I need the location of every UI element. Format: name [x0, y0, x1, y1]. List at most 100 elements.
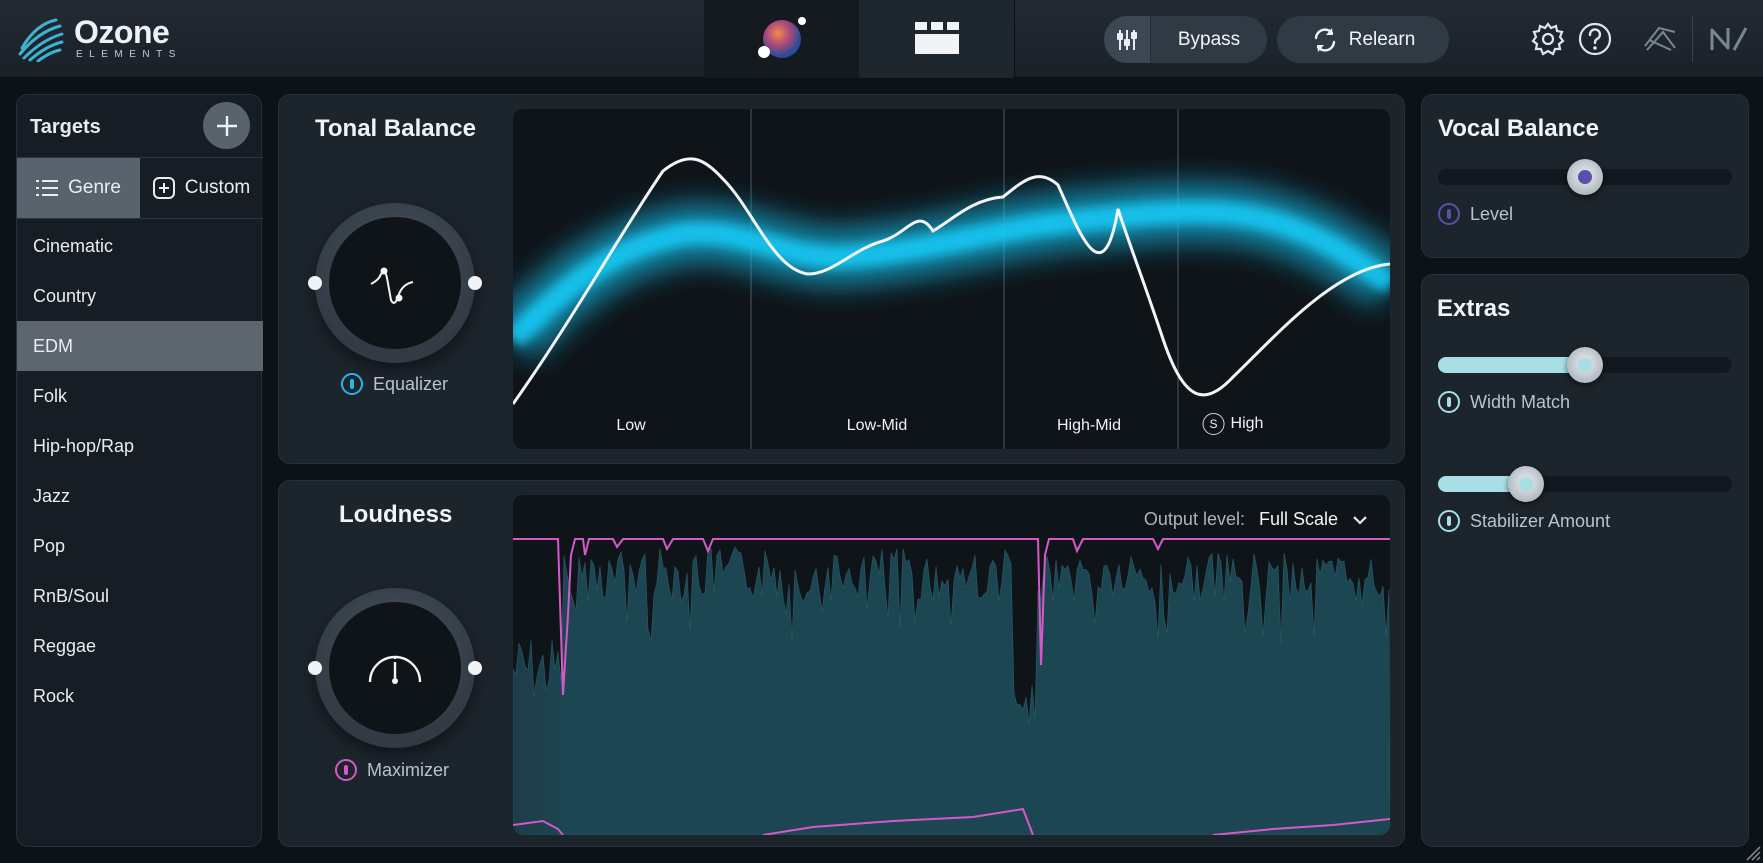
- loudness-waveform: [513, 546, 1390, 835]
- genre-item-country[interactable]: Country: [17, 271, 263, 321]
- maximizer-knob[interactable]: [308, 588, 482, 748]
- assistant-orb-icon: [758, 17, 806, 58]
- targets-panel: Targets Genre Custom Cinematic Country EDM…: [16, 94, 263, 847]
- izotope-logo-icon[interactable]: [1641, 20, 1679, 58]
- width-match-label: Width Match: [1470, 391, 1571, 412]
- genre-item-hip-hop-rap[interactable]: Hip-hop/Rap: [17, 421, 263, 471]
- ozone-logo: Ozone ELEMENTS: [16, 14, 186, 64]
- loudness-graph: [513, 538, 1390, 835]
- output-level-value: Full Scale: [1258, 509, 1338, 529]
- genre-item-cinematic[interactable]: Cinematic: [17, 221, 263, 271]
- band-name: Low-Mid: [846, 417, 908, 434]
- band-name: High: [1230, 415, 1264, 432]
- equalizer-knob-face: [329, 217, 461, 349]
- header-divider: [1692, 16, 1693, 62]
- help-icon[interactable]: [1576, 20, 1614, 58]
- bypass-icon: [1117, 29, 1137, 50]
- band-name: Low: [616, 417, 646, 434]
- ozone-logo-icon: [18, 18, 64, 62]
- relearn-button[interactable]: Relearn: [1277, 16, 1449, 63]
- equalizer-label: Equalizer: [373, 373, 449, 394]
- equalizer-power-icon: [341, 373, 363, 395]
- tab-genre-label: Genre: [68, 177, 121, 198]
- modules-tab[interactable]: [859, 0, 1015, 78]
- width-match-fill: [1438, 357, 1585, 373]
- band-high-label[interactable]: S High: [1202, 413, 1264, 435]
- genre-item-reggae[interactable]: Reggae: [17, 621, 263, 671]
- app-name: Ozone: [74, 14, 170, 50]
- stabilizer-amount-thumb[interactable]: [1507, 466, 1544, 502]
- settings-gear-icon[interactable]: [1529, 20, 1567, 58]
- band-low-mid-label[interactable]: Low-Mid: [847, 417, 907, 435]
- bypass-icon-wrap: [1104, 16, 1151, 63]
- stabilizer-amount-power-icon: [1438, 510, 1460, 532]
- app-edition: ELEMENTS: [76, 49, 182, 60]
- output-level-select[interactable]: Output level: Full Scale: [1144, 509, 1368, 530]
- targets-tabs: Genre Custom: [17, 157, 263, 219]
- width-match-slider[interactable]: [1438, 347, 1732, 383]
- genre-item-folk[interactable]: Folk: [17, 371, 263, 421]
- chevron-down-icon: [1353, 515, 1367, 525]
- extras-panel: Extras Width Match Stabilizer Amount: [1421, 274, 1749, 847]
- vocal-level-power-icon: [1438, 203, 1460, 225]
- assistant-tab[interactable]: [704, 0, 859, 78]
- tab-custom-label: Custom: [184, 177, 251, 198]
- custom-add-icon: [152, 177, 175, 199]
- genre-item-rnb-soul[interactable]: RnB/Soul: [17, 571, 263, 621]
- loudness-title: Loudness: [339, 501, 453, 528]
- tonal-balance-graph: [513, 109, 1390, 449]
- band-high-mid-label[interactable]: High-Mid: [1057, 417, 1121, 435]
- tab-genre[interactable]: Genre: [17, 158, 140, 218]
- tonal-balance-display[interactable]: Low Low-Mid High-Mid S High: [513, 109, 1390, 449]
- genre-item-pop[interactable]: Pop: [17, 521, 263, 571]
- tonal-balance-title: Tonal Balance: [315, 115, 476, 142]
- band-low-label[interactable]: Low: [616, 417, 645, 435]
- targets-title: Targets: [30, 116, 101, 138]
- eq-curve-icon: [370, 267, 414, 304]
- stabilizer-amount-slider[interactable]: [1438, 466, 1732, 502]
- bypass-button[interactable]: Bypass: [1104, 16, 1267, 63]
- extras-title: Extras: [1437, 295, 1511, 322]
- maximizer-knob-min-dot: [308, 661, 322, 675]
- genre-list: Cinematic Country EDM Folk Hip-hop/Rap Jazz Po…: [17, 221, 263, 721]
- equalizer-knob-max-dot: [468, 276, 482, 290]
- resize-grip-icon[interactable]: [1745, 845, 1761, 861]
- stabilizer-amount-label: Stabilizer Amount: [1470, 510, 1611, 531]
- genre-item-edm[interactable]: EDM: [17, 321, 263, 371]
- loudness-display[interactable]: Output level: Full Scale: [513, 495, 1390, 835]
- width-match-thumb[interactable]: [1567, 347, 1603, 383]
- loudness-panel: Loudness Maximizer Output level: Full Sc…: [278, 480, 1405, 847]
- vocal-level-toggle[interactable]: Level: [1438, 203, 1513, 225]
- output-level-label: Output level:: [1143, 509, 1245, 529]
- width-match-power-icon: [1438, 391, 1460, 413]
- top-bar: Ozone ELEMENTS Bypass Relearn: [0, 0, 1763, 78]
- maximizer-label: Maximizer: [367, 759, 450, 780]
- equalizer-knob[interactable]: [308, 203, 482, 363]
- add-target-button[interactable]: [203, 102, 250, 149]
- add-icon: [216, 115, 237, 136]
- bypass-label: Bypass: [1177, 28, 1241, 50]
- relearn-label: Relearn: [1348, 28, 1416, 50]
- genre-item-jazz[interactable]: Jazz: [17, 471, 263, 521]
- genre-item-rock[interactable]: Rock: [17, 671, 263, 721]
- width-match-toggle[interactable]: Width Match: [1438, 391, 1570, 413]
- modules-grid-icon: [915, 22, 959, 54]
- vocal-level-slider[interactable]: [1438, 159, 1732, 195]
- solo-icon[interactable]: S: [1202, 413, 1225, 435]
- vocal-level-label: Level: [1470, 203, 1514, 224]
- tab-custom[interactable]: Custom: [140, 158, 263, 218]
- equalizer-knob-min-dot: [308, 276, 322, 290]
- vocal-balance-panel: Vocal Balance Level: [1421, 94, 1749, 258]
- stabilizer-amount-toggle[interactable]: Stabilizer Amount: [1438, 510, 1610, 532]
- list-icon: [36, 180, 59, 196]
- ni-logo-icon[interactable]: [1708, 20, 1752, 58]
- vocal-level-thumb[interactable]: [1567, 159, 1603, 195]
- relearn-icon: [1314, 27, 1335, 52]
- maximizer-knob-max-dot: [468, 661, 482, 675]
- band-name: High-Mid: [1056, 417, 1122, 434]
- maximizer-knob-face: [329, 602, 461, 734]
- maximizer-toggle[interactable]: Maximizer: [335, 759, 449, 781]
- tonal-balance-panel: Tonal Balance Equalizer Low Low-Mid High-M…: [278, 94, 1405, 464]
- equalizer-toggle[interactable]: Equalizer: [341, 373, 448, 395]
- maximizer-power-icon: [335, 759, 357, 781]
